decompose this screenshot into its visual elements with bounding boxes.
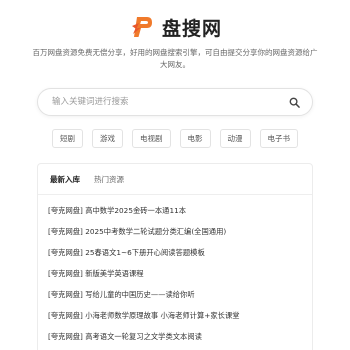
tag-games[interactable]: 游戏 xyxy=(92,129,123,148)
list-item[interactable]: [夸克网盘] 小海老师数学原理故事 小海老师计算+家长课堂 xyxy=(48,305,306,326)
page: 盘搜网 百万网盘资源免费无偿分享，好用的网盘搜索引擎，可自由提交分享你的网盘资源… xyxy=(0,0,350,350)
resource-list: [夸克网盘] 高中数学2025金砖一本通11本 [夸克网盘] 2025中考数学二… xyxy=(48,200,306,347)
lightning-p-logo-icon xyxy=(131,17,152,37)
site-title: 盘搜网 xyxy=(161,17,222,40)
resource-tabs: 最新入库 热门资源 xyxy=(38,164,312,195)
search-bar xyxy=(37,88,313,116)
tag-anime[interactable]: 动漫 xyxy=(219,129,251,148)
site-tagline: 百万网盘资源免费无偿分享，好用的网盘搜索引擎，可自由提交分享你的网盘资源给广大网… xyxy=(32,48,318,69)
tag-ebooks[interactable]: 电子书 xyxy=(259,129,298,148)
category-tags: 短剧 游戏 电视剧 电影 动漫 电子书 xyxy=(0,129,350,148)
list-item[interactable]: [夸克网盘] 新版美学英语课程 xyxy=(48,263,306,284)
list-item[interactable]: [夸克网盘] 写给儿童的中国历史——读给你听 xyxy=(48,284,306,305)
tag-tv-series[interactable]: 电视剧 xyxy=(132,129,171,148)
list-item[interactable]: [夸克网盘] 2025中考数学二轮试题分类汇编(全国通用) xyxy=(48,221,306,242)
list-item[interactable]: [夸克网盘] 高中数学2025金砖一本通11本 xyxy=(48,200,306,221)
list-item[interactable]: [夸克网盘] 高考语文一轮复习之文学类文本阅读 xyxy=(48,326,306,347)
tab-latest[interactable]: 最新入库 xyxy=(50,174,80,185)
resource-panel: 最新入库 热门资源 [夸克网盘] 高中数学2025金砖一本通11本 [夸克网盘]… xyxy=(37,163,313,350)
search-button[interactable] xyxy=(286,94,302,110)
search-icon xyxy=(289,97,300,108)
search-input[interactable] xyxy=(52,92,286,112)
list-item[interactable]: [夸克网盘] 25春语文1~6下册开心阅读答题模板 xyxy=(48,242,306,263)
tab-popular[interactable]: 热门资源 xyxy=(94,174,124,185)
tag-movies[interactable]: 电影 xyxy=(179,129,211,148)
tag-short-drama[interactable]: 短剧 xyxy=(52,129,83,148)
brand-header[interactable]: 盘搜网 xyxy=(0,12,350,42)
